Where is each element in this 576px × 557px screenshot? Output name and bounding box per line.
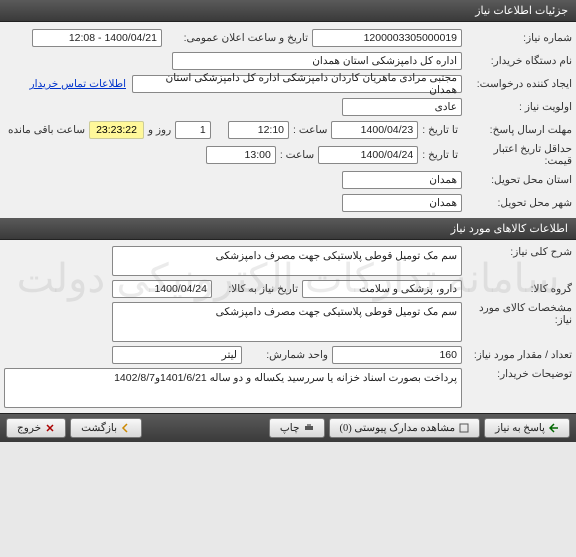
need-desc-field: سم مک تومیل قوطی پلاستیکی جهت مصرف دامپز…: [112, 246, 462, 276]
delivery-province-label: استان محل تحویل:: [462, 174, 572, 186]
requester-field: مجتبی مرادی ماهریان کاردان دامپزشکی ادار…: [132, 75, 462, 93]
price-date-field: 1400/04/24: [318, 146, 418, 164]
qty-label: تعداد / مقدار مورد نیاز:: [462, 349, 572, 361]
need-desc-label: شرح کلی نیاز:: [462, 246, 572, 258]
unit-label: واحد شمارش:: [242, 349, 332, 361]
days-and-label: روز و: [144, 124, 175, 136]
buyer-notes-field: پرداخت بصورت اسناد خزانه یا سررسید یکسال…: [4, 368, 462, 408]
remaining-time-box: 23:23:22: [89, 121, 144, 139]
window-title: جزئیات اطلاعات نیاز: [475, 5, 568, 17]
deadline-label: مهلت ارسال پاسخ:: [462, 124, 572, 136]
requester-label: ایجاد کننده درخواست:: [462, 78, 572, 90]
print-icon: [304, 423, 314, 433]
goods-spec-label: مشخصات کالای مورد نیاز:: [462, 302, 572, 326]
deadline-time-field: 12:10: [228, 121, 289, 139]
delivery-city-field: همدان: [342, 194, 462, 212]
section-need-details: شماره نیاز: 1200003305000019 تاریخ و ساع…: [0, 22, 576, 218]
print-button[interactable]: چاپ: [269, 418, 325, 438]
need-to-goods-label: تاریخ نیاز به کالا:: [212, 283, 302, 295]
announce-datetime-label: تاریخ و ساعت اعلان عمومی:: [162, 32, 312, 44]
back-button[interactable]: بازگشت: [70, 418, 142, 438]
back-icon: [121, 423, 131, 433]
priority-label: اولویت نیاز :: [462, 101, 572, 113]
need-number-field: 1200003305000019: [312, 29, 462, 47]
need-to-goods-date-field: 1400/04/24: [112, 280, 212, 298]
exit-button[interactable]: خروج: [6, 418, 66, 438]
reply-icon: [549, 423, 559, 433]
time-label-2: ساعت :: [276, 149, 318, 161]
attachments-button[interactable]: مشاهده مدارک پیوستی (0): [329, 418, 481, 438]
qty-field: 160: [332, 346, 462, 364]
announce-datetime-field: 1400/04/21 - 12:08: [32, 29, 162, 47]
need-number-label: شماره نیاز:: [462, 32, 572, 44]
exit-icon: [45, 423, 55, 433]
days-count-field: 1: [175, 121, 211, 139]
section-goods-title-bar: اطلاعات کالاهای مورد نیاز: [0, 218, 576, 240]
priority-field: عادی: [342, 98, 462, 116]
footer-toolbar: پاسخ به نیاز مشاهده مدارک پیوستی (0) چاپ…: [0, 413, 576, 442]
delivery-province-field: همدان: [342, 171, 462, 189]
unit-field: لیتر: [112, 346, 242, 364]
attachment-icon: [459, 423, 469, 433]
to-date-label: تا تاریخ :: [418, 124, 462, 136]
contact-buyer-link[interactable]: اطلاعات تماس خریدار: [30, 78, 126, 90]
time-label-1: ساعت :: [289, 124, 331, 136]
goods-group-label: گروه کالا:: [462, 283, 572, 295]
goods-spec-field: سم مک تومیل قوطی پلاستیکی جهت مصرف دامپز…: [112, 302, 462, 342]
window-title-bar: جزئیات اطلاعات نیاز: [0, 0, 576, 22]
delivery-city-label: شهر محل تحویل:: [462, 197, 572, 209]
deadline-date-field: 1400/04/23: [331, 121, 418, 139]
respond-button[interactable]: پاسخ به نیاز: [484, 418, 570, 438]
buyer-notes-label: توضیحات خریدار:: [462, 368, 572, 380]
section-goods-details: شرح کلی نیاز: سم مک تومیل قوطی پلاستیکی …: [0, 240, 576, 413]
price-validity-label: حداقل تاریخ اعتبار قیمت:: [462, 143, 572, 167]
section-goods-title: اطلاعات کالاهای مورد نیاز: [451, 223, 568, 235]
goods-group-field: دارو، پزشکی و سلامت: [302, 280, 462, 298]
buyer-org-label: نام دستگاه خریدار:: [462, 55, 572, 67]
remaining-suffix: ساعت باقی مانده: [4, 124, 89, 136]
price-time-field: 13:00: [206, 146, 276, 164]
to-date-label-2: تا تاریخ :: [418, 149, 462, 161]
buyer-org-field: اداره کل دامپزشکی استان همدان: [172, 52, 462, 70]
